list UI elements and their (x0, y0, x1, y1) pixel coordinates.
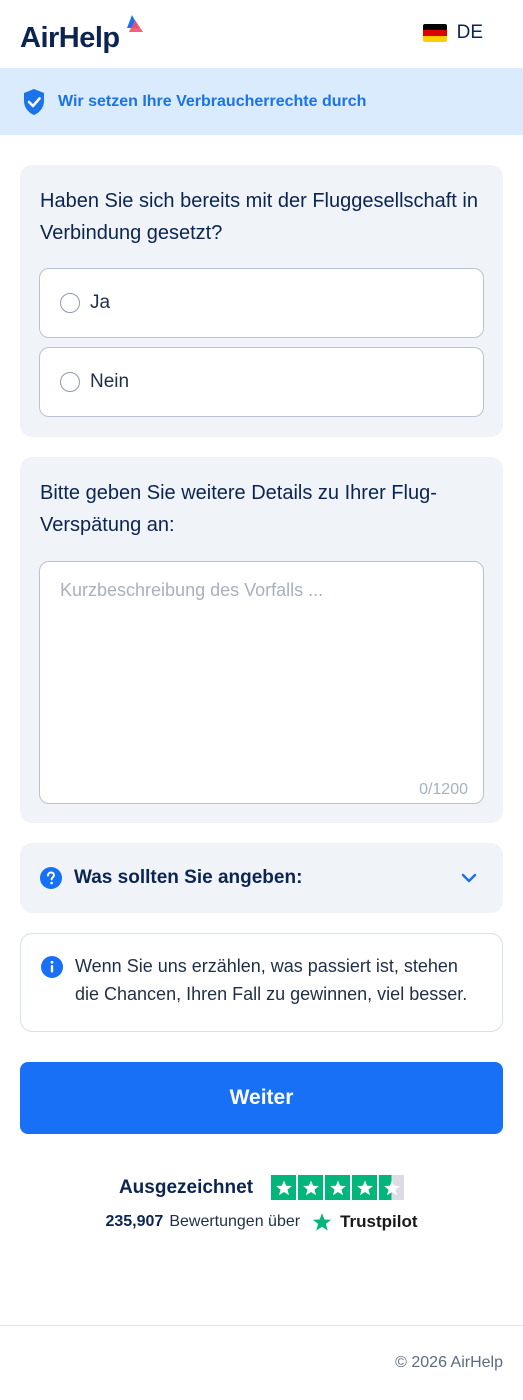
radio-ja[interactable] (60, 293, 80, 313)
footer-divider (0, 1325, 523, 1326)
review-count: 235,907 (105, 1213, 164, 1230)
logo-mark-icon (127, 15, 143, 32)
what-to-include-accordion[interactable]: Was sollten Sie angeben: (20, 843, 503, 913)
continue-button[interactable]: Weiter (20, 1062, 503, 1134)
option-nein-label: Nein (90, 371, 130, 392)
trustpilot-stars (271, 1175, 405, 1200)
shield-check-icon (24, 88, 44, 115)
info-text: Wenn Sie uns erzählen, was passiert ist,… (75, 956, 468, 1004)
details-title: Bitte geben Sie weitere Details zu Ihrer… (40, 482, 437, 536)
consumer-rights-banner: Wir setzen Ihre Verbraucherrechte durch (0, 68, 523, 135)
option-nein[interactable]: Nein (39, 347, 484, 417)
star-icon (352, 1175, 378, 1200)
chevron-down-icon (461, 873, 477, 883)
star-icon (325, 1175, 351, 1200)
reviews-text: Bewertungen über (169, 1213, 301, 1230)
german-flag-icon (422, 24, 447, 42)
trustpilot-rating[interactable]: Ausgezeichnet (0, 1175, 523, 1200)
accordion-label: Was sollten Sie angeben: (74, 867, 303, 888)
radio-nein[interactable] (60, 372, 80, 392)
footer-copyright: © 2026 AirHelp (395, 1354, 503, 1371)
details-textarea[interactable] (40, 562, 483, 803)
star-icon (379, 1175, 405, 1200)
contact-question-title: Haben Sie sich bereits mit der Fluggesel… (40, 190, 478, 244)
trustpilot-star-icon (312, 1213, 332, 1231)
option-ja[interactable]: Ja (39, 268, 484, 338)
logo-text: AirHelp (20, 22, 120, 54)
details-textarea-wrapper: 0/1200 (39, 561, 484, 804)
option-ja-label: Ja (90, 292, 111, 313)
header: AirHelp DE (0, 0, 523, 68)
info-circle-icon (41, 956, 63, 978)
language-selector[interactable]: DE (422, 22, 483, 44)
info-box: Wenn Sie uns erzählen, was passiert ist,… (20, 933, 503, 1032)
trustpilot-reviews[interactable]: 235,907 Bewertungen über Trustpilot (0, 1212, 523, 1232)
star-icon (271, 1175, 297, 1200)
details-card: Bitte geben Sie weitere Details zu Ihrer… (20, 457, 503, 823)
character-counter: 0/1200 (419, 781, 468, 798)
question-circle-icon (40, 867, 62, 889)
star-icon (298, 1175, 324, 1200)
contact-question-card: Haben Sie sich bereits mit der Fluggesel… (20, 165, 503, 437)
banner-text: Wir setzen Ihre Verbraucherrechte durch (58, 92, 367, 110)
trustpilot-rating-label: Ausgezeichnet (118, 1176, 254, 1198)
trustpilot-brand: Trustpilot (340, 1212, 418, 1231)
language-code: DE (456, 22, 483, 43)
